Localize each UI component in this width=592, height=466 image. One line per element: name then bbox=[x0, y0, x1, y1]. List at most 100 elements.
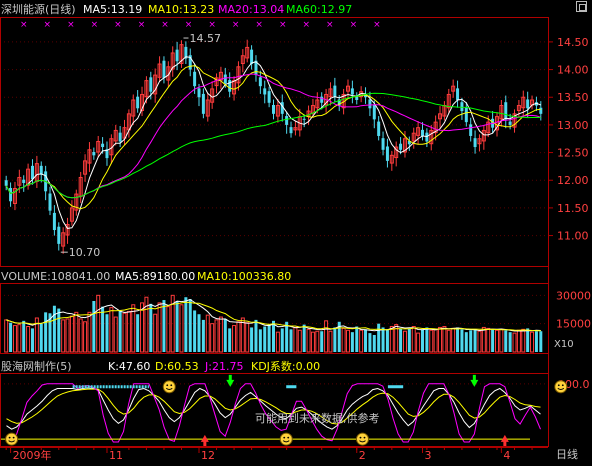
candle-body-down bbox=[52, 212, 56, 231]
candle-body-down bbox=[223, 74, 227, 84]
candle-body-down bbox=[228, 80, 232, 92]
ma20-label: MA20:13.04 bbox=[218, 3, 284, 16]
volume-bar-down bbox=[464, 332, 468, 352]
smiley-eye bbox=[8, 436, 11, 439]
stock-chart[interactable]: 深圳能源(日线) MA5:13.19 MA10:13.23 MA20:13.04… bbox=[0, 0, 592, 466]
volume-bar-down bbox=[350, 332, 354, 352]
volume-tick-label: 30000 bbox=[556, 289, 591, 302]
candle-body-down bbox=[136, 96, 140, 109]
candle-body-down bbox=[526, 99, 530, 109]
volume-bar-down bbox=[184, 297, 188, 352]
smiley-eye bbox=[359, 436, 362, 439]
ma60-label: MA60:12.97 bbox=[286, 3, 352, 16]
date-axis: 2009年 11 12 2 3 4 bbox=[0, 447, 548, 466]
low-price-annotation: 10.70 bbox=[69, 246, 101, 259]
smiley-eye bbox=[557, 384, 560, 387]
candle-body-down bbox=[381, 138, 385, 150]
candle-body-down bbox=[197, 88, 201, 98]
maximize-icon[interactable] bbox=[576, 1, 587, 12]
candle-body-down bbox=[39, 165, 43, 175]
volume-bar-down bbox=[263, 326, 267, 352]
date-tick-label: 2 bbox=[359, 449, 366, 462]
candle-body-down bbox=[399, 143, 403, 150]
volume-bar-down bbox=[425, 327, 429, 352]
candle-body-down bbox=[4, 180, 8, 186]
smiley-icon bbox=[5, 432, 19, 446]
volume-bar-down bbox=[101, 306, 105, 352]
ma5-label: MA5:13.19 bbox=[83, 3, 142, 16]
volume-bar-down bbox=[175, 301, 179, 352]
price-tick-label: 13.00 bbox=[557, 119, 589, 132]
kdj-d-label: D:60.53 bbox=[155, 360, 199, 373]
volume-bar-down bbox=[280, 328, 284, 352]
high-price-annotation: 14.57 bbox=[189, 32, 221, 45]
candle-body-down bbox=[456, 88, 460, 100]
volume-bar-down bbox=[22, 320, 26, 352]
candle-body-down bbox=[267, 91, 271, 103]
volume-bar-down bbox=[289, 329, 293, 352]
candle-body-down bbox=[272, 104, 275, 114]
candle-body-down bbox=[333, 85, 337, 98]
volume-bar-down bbox=[372, 335, 376, 352]
volume-bar-down bbox=[385, 329, 389, 352]
candle-body-down bbox=[9, 187, 13, 202]
smiley-icon bbox=[355, 432, 369, 446]
volume-bar-down bbox=[193, 310, 197, 352]
volume-bar-down bbox=[57, 308, 61, 352]
volume-bar-down bbox=[201, 319, 205, 352]
candle-body-down bbox=[193, 71, 197, 87]
candle-body-down bbox=[469, 124, 473, 136]
volume-bar-down bbox=[364, 329, 368, 352]
candle-body-down bbox=[289, 127, 293, 134]
period-tab[interactable]: 日线 bbox=[556, 447, 578, 461]
price-tick-label: 11.00 bbox=[557, 230, 589, 243]
candle-body-down bbox=[258, 77, 262, 87]
price-tick-label: 11.50 bbox=[557, 202, 589, 215]
date-tick-label: 2009年 bbox=[13, 448, 52, 462]
smiley-icon bbox=[279, 432, 293, 446]
volume-bar-down bbox=[473, 329, 477, 352]
volume-bar-down bbox=[504, 330, 508, 352]
smiley-face bbox=[279, 432, 293, 446]
candle-body-down bbox=[250, 49, 254, 65]
volume-ma5-label: MA5:89180.00 bbox=[115, 270, 195, 283]
volume-bar-down bbox=[162, 300, 166, 352]
volume-bar-down bbox=[44, 312, 48, 352]
volume-bar-down bbox=[320, 331, 324, 352]
smiley-eye bbox=[287, 436, 290, 439]
candle-body-down bbox=[162, 60, 166, 78]
candle-body-down bbox=[355, 96, 359, 100]
candle-body-down bbox=[385, 146, 389, 161]
volume-bar-down bbox=[302, 324, 306, 352]
candle-body-down bbox=[302, 118, 306, 120]
volume-bar-down bbox=[377, 323, 381, 352]
volume-bar-down bbox=[399, 328, 403, 352]
smiley-face bbox=[554, 380, 568, 394]
kdj-k-label: K:47.60 bbox=[108, 360, 150, 373]
volume-bar-down bbox=[267, 324, 271, 352]
volume-bar-down bbox=[355, 326, 359, 352]
smiley-eye bbox=[170, 384, 173, 387]
candle-body-down bbox=[201, 93, 205, 114]
volume-bar-down bbox=[254, 319, 258, 352]
volume-bar-down bbox=[407, 328, 411, 352]
smiley-eye bbox=[363, 436, 366, 439]
volume-bar-down bbox=[491, 329, 495, 352]
volume-tick-label: 15000 bbox=[556, 318, 591, 331]
volume-bar-down bbox=[52, 305, 56, 352]
candle-body-down bbox=[57, 226, 61, 244]
volume-bar-down bbox=[39, 323, 43, 352]
smiley-icon bbox=[554, 380, 568, 394]
candle-body-down bbox=[175, 49, 179, 62]
candle-body-down bbox=[263, 88, 267, 95]
kdj-note: 可能用到未来数据,供参考 bbox=[255, 411, 380, 425]
volume-bar-down bbox=[460, 329, 464, 352]
volume-label: VOLUME:108041.00 bbox=[1, 270, 110, 283]
volume-bar-down bbox=[149, 303, 153, 352]
volume-bar-down bbox=[272, 320, 275, 352]
candle-body-down bbox=[464, 107, 468, 123]
kdj-j-label: J:21.75 bbox=[204, 360, 243, 373]
volume-bar-down bbox=[228, 328, 232, 352]
volume-bar-down bbox=[420, 329, 424, 352]
date-tick-label: 4 bbox=[503, 449, 510, 462]
